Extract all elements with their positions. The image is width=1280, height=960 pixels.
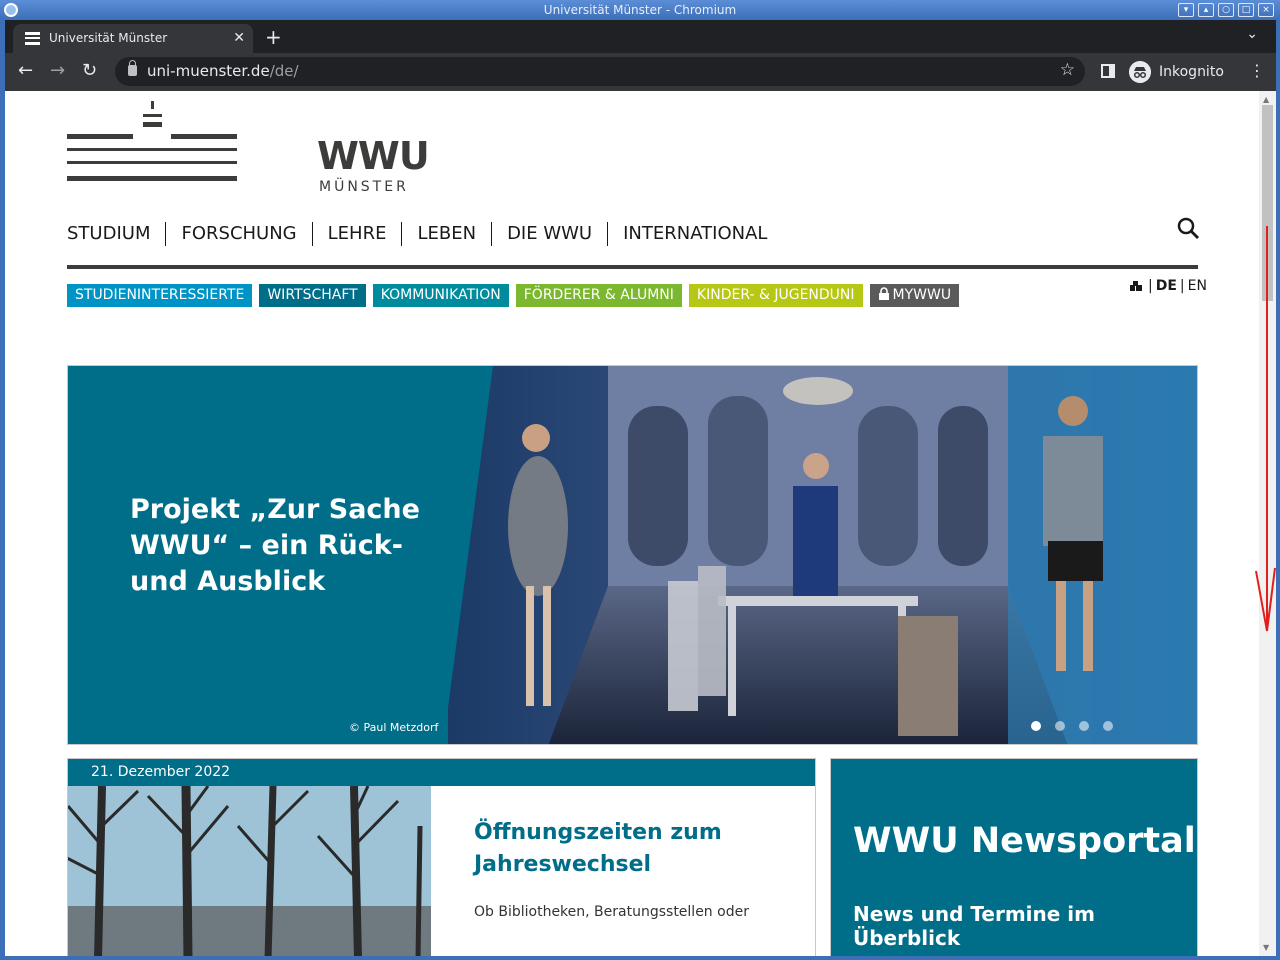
nav-item-lehre[interactable]: LEHRE xyxy=(311,222,402,246)
language-en[interactable]: EN xyxy=(1188,278,1207,294)
target-foerderer-alumni[interactable]: FÖRDERER & ALUMNI xyxy=(515,284,682,307)
news-teaser: Ob Bibliotheken, Beratungsstellen oder xyxy=(474,904,749,920)
page-viewport: WWU MÜNSTER STUDIUM FORSCHUNG LEHRE LEBE… xyxy=(5,91,1259,956)
wwu-logo[interactable]: WWU MÜNSTER xyxy=(67,101,430,195)
scroll-up-arrow-icon[interactable]: ▲ xyxy=(1263,95,1269,104)
annotation-down-arrow-icon xyxy=(1255,226,1276,632)
tab-active[interactable]: Universität Münster ✕ xyxy=(13,24,253,53)
browser-menu-icon[interactable]: ⋮ xyxy=(1249,61,1265,80)
target-wirtschaft[interactable]: WIRTSCHAFT xyxy=(259,284,366,307)
window-controls: ▾ ▴ ○ □ × xyxy=(1178,3,1274,17)
target-mywwu-label: MYWWU xyxy=(892,287,952,303)
tab-favicon-icon xyxy=(25,32,40,45)
incognito-icon xyxy=(1129,61,1151,83)
window-title: Universität Münster - Chromium xyxy=(543,3,737,17)
incognito-profile-button[interactable]: Inkognito xyxy=(1129,59,1224,85)
slider-dot[interactable] xyxy=(1055,721,1065,731)
tab-strip: Universität Münster ✕ + ⌄ xyxy=(5,20,1276,53)
search-icon[interactable] xyxy=(1177,217,1199,239)
news-date: 21. Dezember 2022 xyxy=(68,759,815,786)
forward-arrow-icon[interactable]: → xyxy=(50,61,65,81)
news-title[interactable]: Öffnungszeiten zum Jahreswechsel xyxy=(474,817,774,881)
window-frame-bottom xyxy=(0,956,1280,960)
language-separator: | xyxy=(1148,278,1153,294)
url-text: uni-muenster.de/de/ xyxy=(147,57,299,86)
nav-item-studium[interactable]: STUDIUM xyxy=(67,222,165,246)
window-up-icon[interactable]: ▴ xyxy=(1198,3,1214,17)
logo-wordmark: WWU xyxy=(317,134,430,178)
target-kommunikation[interactable]: KOMMUNIKATION xyxy=(372,284,509,307)
url-path: /de/ xyxy=(269,62,299,80)
nav-item-forschung[interactable]: FORSCHUNG xyxy=(165,222,311,246)
target-studieninteressierte[interactable]: STUDIENINTERESSIERTE xyxy=(67,284,253,307)
language-switch: | DE | EN xyxy=(1130,278,1207,294)
hero-slider[interactable]: Projekt „Zur Sache WWU“ – ein Rück- und … xyxy=(67,365,1198,745)
tab-title: Universität Münster xyxy=(49,31,168,45)
profile-label: Inkognito xyxy=(1159,64,1224,80)
language-de[interactable]: DE xyxy=(1156,278,1177,294)
bookmark-star-icon[interactable]: ☆ xyxy=(1060,60,1075,80)
news-card[interactable]: 21. Dezember 2022 Öffnungszeiten zum Jah… xyxy=(67,758,816,956)
newsportal-subtitle: News und Termine im Überblick xyxy=(853,902,1095,950)
target-group-bar: STUDIENINTERESSIERTE WIRTSCHAFT KOMMUNIK… xyxy=(67,284,960,307)
lock-icon[interactable] xyxy=(128,60,137,76)
address-bar[interactable]: uni-muenster.de/de/ ☆ xyxy=(115,57,1085,86)
slider-dot[interactable] xyxy=(1031,721,1041,731)
logo-emblem xyxy=(67,101,237,181)
side-panel-icon[interactable] xyxy=(1101,64,1115,78)
nav-item-international[interactable]: INTERNATIONAL xyxy=(607,222,782,246)
browser-toolbar: ← → ↻ uni-muenster.de/de/ ☆ Inkognito ⋮ xyxy=(5,53,1276,91)
reload-icon[interactable]: ↻ xyxy=(82,61,97,81)
scroll-down-arrow-icon[interactable]: ▼ xyxy=(1263,943,1269,952)
window-sticky-icon[interactable]: ○ xyxy=(1218,3,1234,17)
sign-language-icon[interactable] xyxy=(1130,281,1142,291)
slider-dot[interactable] xyxy=(1079,721,1089,731)
target-mywwu[interactable]: MYWWU xyxy=(869,284,960,307)
main-navigation: STUDIUM FORSCHUNG LEHRE LEBEN DIE WWU IN… xyxy=(67,219,782,249)
back-arrow-icon[interactable]: ← xyxy=(18,61,33,81)
window-titlebar: Universität Münster - Chromium ▾ ▴ ○ □ × xyxy=(0,0,1280,20)
nav-divider xyxy=(67,265,1198,269)
target-kinder-jugenduni[interactable]: KINDER- & JUGENDUNI xyxy=(688,284,863,307)
nav-item-leben[interactable]: LEBEN xyxy=(401,222,491,246)
newsportal-box[interactable]: WWU Newsportal News und Termine im Überb… xyxy=(830,758,1198,956)
url-host: uni-muenster.de xyxy=(147,62,270,80)
logo-subtitle: MÜNSTER xyxy=(319,179,409,195)
slider-dot[interactable] xyxy=(1103,721,1113,731)
tab-search-chevron-down-icon[interactable]: ⌄ xyxy=(1246,26,1258,42)
chromium-icon xyxy=(4,3,18,17)
hero-title[interactable]: Projekt „Zur Sache WWU“ – ein Rück- und … xyxy=(130,492,450,600)
tab-close-icon[interactable]: ✕ xyxy=(233,24,245,53)
language-separator: | xyxy=(1179,278,1185,294)
window-close-icon[interactable]: × xyxy=(1258,3,1274,17)
slider-dots xyxy=(1031,721,1113,731)
window-maximize-icon[interactable]: □ xyxy=(1238,3,1254,17)
lock-icon xyxy=(878,287,889,300)
hero-credit: © Paul Metzdorf xyxy=(349,721,439,734)
new-tab-icon[interactable]: + xyxy=(265,24,282,50)
newsportal-title: WWU Newsportal xyxy=(853,821,1196,861)
window-shade-icon[interactable]: ▾ xyxy=(1178,3,1194,17)
nav-item-die-wwu[interactable]: DIE WWU xyxy=(491,222,607,246)
news-image xyxy=(68,786,431,956)
